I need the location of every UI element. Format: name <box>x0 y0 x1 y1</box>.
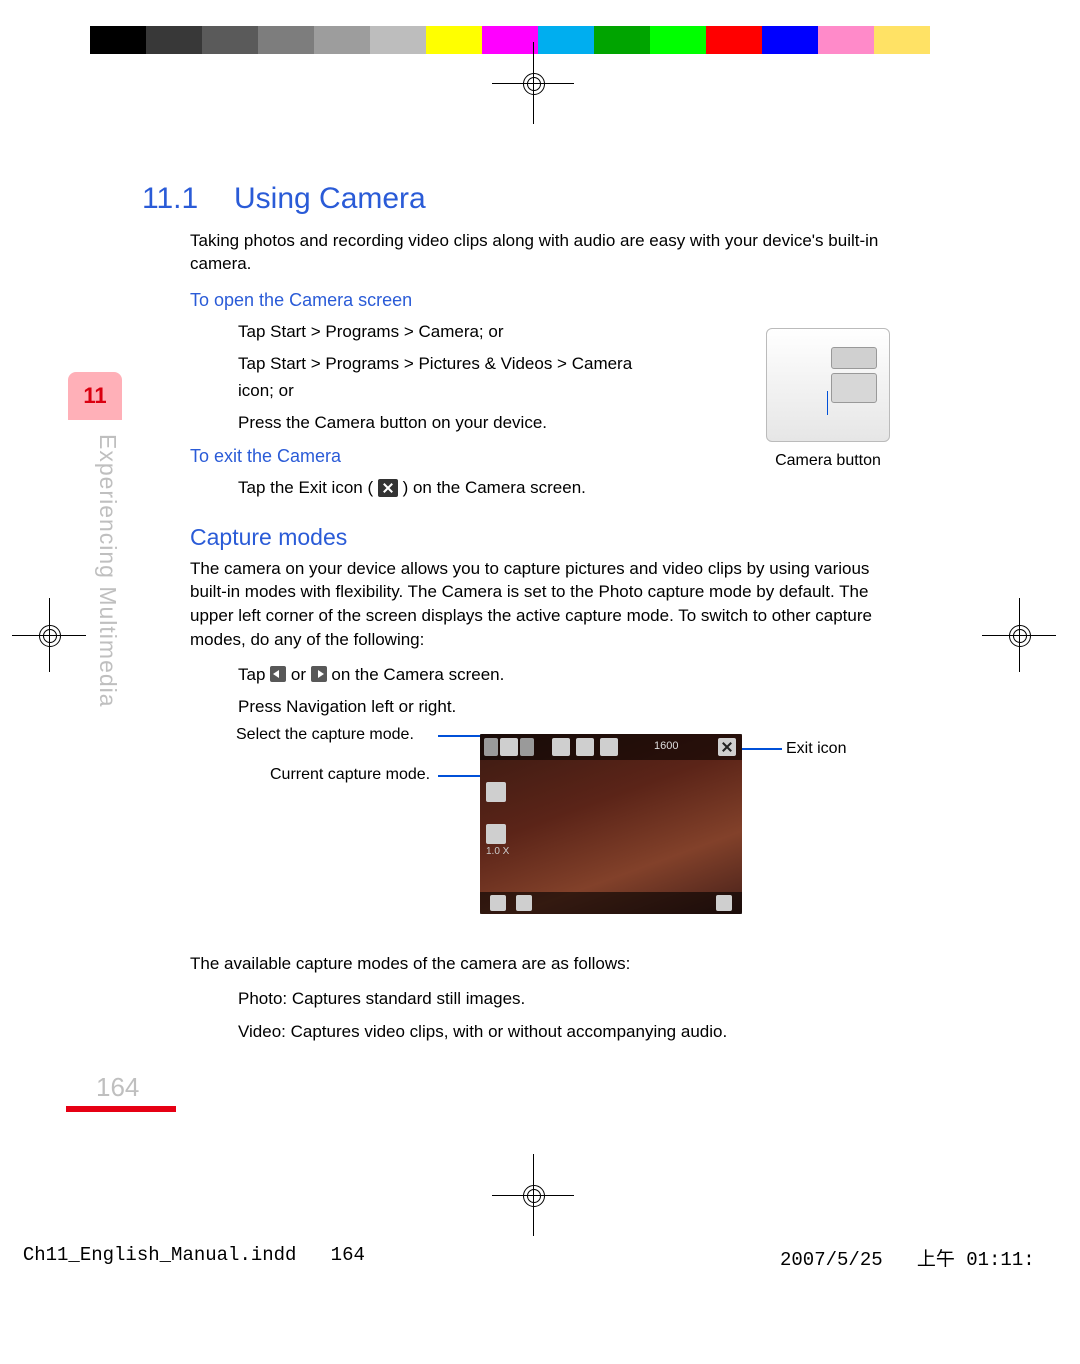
label-current-capture-mode: Current capture mode. <box>270 766 430 784</box>
exit-icon <box>378 479 398 497</box>
open-camera-step-2: Tap Start > Programs > Pictures & Videos… <box>238 351 658 404</box>
subheading-capture-modes: Capture modes <box>190 524 882 551</box>
camera-button-figure: Camera button <box>766 328 890 470</box>
capture-mode-photo: Photo: Captures standard still images. <box>238 986 882 1012</box>
device-illustration <box>766 328 890 442</box>
capture-mode-icon <box>500 738 518 756</box>
capture-mode-video: Video: Captures video clips, with or wit… <box>238 1019 882 1045</box>
registration-mark-icon <box>516 66 550 100</box>
section-number: 11.1 <box>142 182 234 216</box>
registration-mark-icon <box>1002 618 1036 652</box>
chapter-number-tab: 11 <box>68 372 122 420</box>
slug-file: Ch11_English_Manual.indd 164 <box>23 1244 365 1266</box>
page-content: 11.1Using Camera Taking photos and recor… <box>142 182 882 1051</box>
zoom-icon <box>486 824 506 844</box>
toolbar-icon <box>490 895 506 911</box>
open-camera-step-3: Press the Camera button on your device. <box>238 410 658 436</box>
exit-icon <box>718 738 736 756</box>
section-heading: 11.1Using Camera <box>142 182 882 216</box>
section-title: Using Camera <box>234 182 426 215</box>
hud-icon <box>600 738 618 756</box>
capture-switch-step-1: Tap or on the Camera screen. <box>238 662 882 688</box>
exit-camera-line: Tap the Exit icon ( ) on the Camera scre… <box>238 475 882 501</box>
camera-button-caption: Camera button <box>766 452 890 470</box>
left-arrow-icon <box>270 666 286 682</box>
device-button-icon <box>831 373 877 403</box>
mode-prev-icon <box>484 738 498 756</box>
right-arrow-icon <box>311 666 327 682</box>
flash-icon <box>486 782 506 802</box>
hud-icon <box>552 738 570 756</box>
camera-screen-illustration: 1600 1.0 X <box>480 734 742 914</box>
print-slug-line: Ch11_English_Manual.indd 1642007/5/25 上午… <box>0 1222 365 1266</box>
zoom-level-text: 1.0 X <box>486 846 509 857</box>
label-select-capture-mode: Select the capture mode. <box>236 726 414 744</box>
camera-screen-diagram: Select the capture mode. Current capture… <box>190 726 882 926</box>
toolbar-icon <box>716 895 732 911</box>
chapter-side-label: Experiencing Multimedia <box>94 434 121 708</box>
open-camera-step-1: Tap Start > Programs > Camera; or <box>238 319 658 345</box>
capture-modes-body: The camera on your device allows you to … <box>190 557 882 652</box>
capture-switch-step-2: Press Navigation left or right. <box>238 694 882 720</box>
print-color-bar <box>90 26 986 54</box>
page-number: 164 <box>96 1072 139 1103</box>
callout-line <box>827 391 828 415</box>
hud-resolution-text: 1600 <box>654 740 678 752</box>
label-exit-icon: Exit icon <box>786 740 846 758</box>
intro-paragraph: Taking photos and recording video clips … <box>190 230 882 276</box>
hud-icon <box>576 738 594 756</box>
page-number-accent <box>66 1106 176 1112</box>
registration-mark-icon <box>516 1178 550 1212</box>
subheading-open-camera: To open the Camera screen <box>190 290 882 311</box>
camera-button-icon <box>831 347 877 369</box>
mode-next-icon <box>520 738 534 756</box>
registration-mark-icon <box>32 618 66 652</box>
capture-modes-lead: The available capture modes of the camer… <box>190 952 882 976</box>
toolbar-icon <box>516 895 532 911</box>
slug-date: 2007/5/25 上午 01:11: <box>780 1244 1035 1271</box>
